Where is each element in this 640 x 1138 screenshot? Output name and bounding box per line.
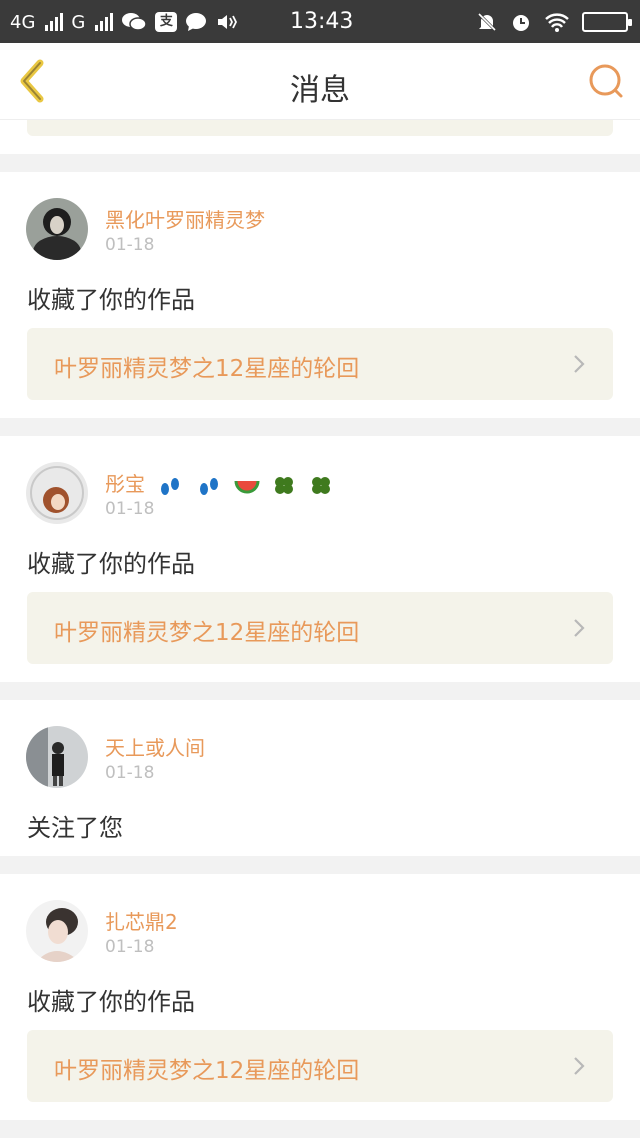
footprints-icon	[161, 477, 180, 495]
chevron-right-icon	[574, 619, 585, 637]
work-title: 叶罗丽精灵梦之12星座的轮回	[54, 356, 360, 382]
vibrate-icon	[218, 15, 238, 29]
signal-icon	[45, 13, 64, 31]
action-text: 收藏了你的作品	[27, 988, 195, 1016]
action-text: 收藏了你的作品	[27, 550, 195, 578]
clover-icon	[311, 476, 330, 494]
work-link[interactable]: 叶罗丽精灵梦之12星座的轮回	[27, 1030, 613, 1102]
mute-icon	[477, 12, 497, 32]
status-bar: 4G G 支 13:43	[0, 0, 640, 43]
notification-card: 黑化叶罗丽精灵梦 01-18 收藏了你的作品 叶罗丽精灵梦之12星座的轮回	[0, 172, 640, 418]
page-title: 消息	[290, 73, 350, 108]
alipay-icon: 支	[155, 12, 178, 32]
notification-card: 彤宝 01-18 收藏了你的作品 叶罗丽精灵梦之12星座的轮回	[0, 436, 640, 682]
username-row: 彤宝	[105, 468, 333, 497]
avatar[interactable]	[26, 900, 88, 962]
clover-icon	[275, 476, 294, 494]
wifi-icon	[545, 13, 569, 32]
work-link-remnant[interactable]	[27, 120, 613, 136]
avatar[interactable]	[26, 462, 88, 524]
avatar[interactable]	[26, 198, 88, 260]
notification-card: 天上或人间 01-18 关注了您	[0, 700, 640, 856]
work-title: 叶罗丽精灵梦之12星座的轮回	[54, 1058, 360, 1084]
search-button[interactable]	[586, 61, 626, 101]
notification-card: 扎芯鼎2 01-18 收藏了你的作品 叶罗丽精灵梦之12星座的轮回	[0, 874, 640, 1120]
notification-date: 01-18	[105, 937, 155, 957]
username[interactable]: 天上或人间	[105, 732, 205, 761]
alarm-icon	[513, 15, 529, 31]
nav-header: 消息	[0, 43, 640, 120]
clock: 13:43	[290, 9, 354, 34]
signal-icon-2	[95, 13, 114, 31]
notification-date: 01-18	[105, 499, 155, 519]
chevron-right-icon	[574, 355, 585, 373]
network-type-2: G	[71, 11, 86, 33]
notification-date: 01-18	[105, 235, 155, 255]
work-link[interactable]: 叶罗丽精灵梦之12星座的轮回	[27, 328, 613, 400]
watermelon-icon	[234, 480, 260, 493]
action-text: 收藏了你的作品	[27, 286, 195, 314]
network-type: 4G	[10, 11, 36, 33]
username[interactable]: 黑化叶罗丽精灵梦	[105, 204, 265, 233]
chevron-right-icon	[574, 1057, 585, 1075]
username[interactable]: 扎芯鼎2	[105, 906, 178, 935]
username[interactable]: 彤宝	[105, 472, 145, 496]
wechat-icon	[122, 13, 148, 31]
notification-date: 01-18	[105, 763, 155, 783]
battery-icon	[582, 12, 632, 32]
message-icon	[186, 13, 207, 31]
work-link[interactable]: 叶罗丽精灵梦之12星座的轮回	[27, 592, 613, 664]
previous-card-remnant	[0, 120, 640, 154]
work-title: 叶罗丽精灵梦之12星座的轮回	[54, 620, 360, 646]
footprints-icon	[199, 477, 218, 495]
action-text: 关注了您	[27, 814, 123, 842]
avatar[interactable]	[26, 726, 88, 788]
